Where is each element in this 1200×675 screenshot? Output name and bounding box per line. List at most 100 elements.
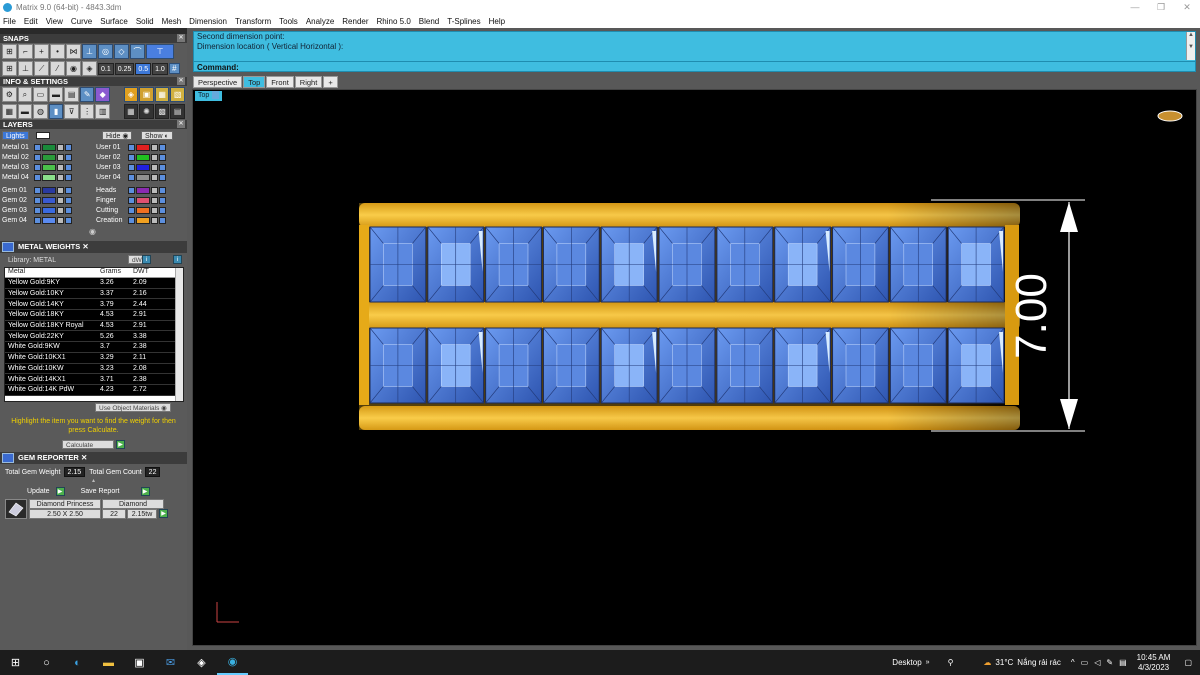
network-icon[interactable]: ▭ [1081,658,1089,667]
menu-surface[interactable]: Surface [100,17,128,26]
lock-icon[interactable] [128,207,135,214]
princess-gem[interactable] [889,327,947,404]
layer-color-swatch[interactable] [136,207,150,214]
snap-tan-icon[interactable]: ⌒ [130,44,145,59]
cylinder-icon[interactable]: ▬ [48,87,64,102]
layer-row-gem-01[interactable]: Gem 01 [0,186,73,195]
princess-gem[interactable] [889,226,947,303]
select-icon[interactable] [65,154,72,161]
analyze-icon[interactable]: ▩ [154,104,170,119]
select-icon[interactable] [65,207,72,214]
snap-value-1[interactable]: 0.1 [98,62,114,75]
viewport-label[interactable]: Top [195,91,223,101]
collapse-chevron-icon[interactable]: ▴ [0,478,187,485]
person-icon[interactable]: ⚲ [948,658,954,667]
group-icon[interactable]: ⋮ [79,104,95,119]
visibility-icon[interactable] [151,197,158,204]
ring-tool-icon[interactable]: ▣ [139,87,154,102]
snap-value-2[interactable]: 0.25 [114,62,135,75]
grid-toggle-icon[interactable]: # [168,63,180,74]
calculate-button[interactable]: Calculate [62,440,114,449]
select-icon[interactable] [159,164,166,171]
hide-all-button[interactable]: Hide ◉ [102,131,133,140]
layer-row-metal-03[interactable]: Metal 03 [0,163,73,172]
select-icon[interactable] [65,174,72,181]
file-explorer-icon[interactable]: ▬ [93,650,124,675]
lock-icon[interactable] [34,164,41,171]
layer-color-swatch[interactable] [42,164,56,171]
princess-gem[interactable] [947,327,1005,404]
visibility-icon[interactable] [151,154,158,161]
close-icon[interactable]: ✕ [177,77,185,85]
sphere-icon[interactable]: ◍ [33,104,48,119]
layer-color-swatch[interactable] [136,154,150,161]
lock-icon[interactable] [34,217,41,224]
lock-icon[interactable] [34,174,41,181]
rect-icon[interactable]: ▬ [17,104,33,119]
snap-value-4[interactable]: 1.0 [152,62,168,75]
layer-row-user-04[interactable]: User 04 [94,173,167,182]
princess-gem[interactable] [774,226,832,303]
lock-icon[interactable] [34,187,41,194]
visibility-icon[interactable] [57,174,64,181]
menu-solid[interactable]: Solid [136,17,154,26]
visibility-icon[interactable] [151,207,158,214]
layer-color-swatch[interactable] [136,144,150,151]
princess-gem[interactable] [485,327,542,404]
tab-front[interactable]: Front [266,76,294,88]
lock-icon[interactable] [34,197,41,204]
table-row[interactable]: Yellow Gold:22KY 5.26 3.38 [5,331,183,343]
select-icon[interactable] [159,197,166,204]
temperature[interactable]: 31°C [995,658,1013,667]
command-scrollbar[interactable]: ▲ ▼ [1186,32,1195,60]
snap-center-icon[interactable]: ◎ [98,44,113,59]
color-tool-icon[interactable]: ✺ [139,104,154,119]
table-row[interactable]: White Gold:10KX1 3.29 2.11 [5,352,183,364]
gem-go-icon[interactable]: ▶ [159,509,168,518]
menu-mesh[interactable]: Mesh [162,17,182,26]
add-view-tab[interactable]: + [323,76,338,88]
rhino-app-icon[interactable]: ◈ [186,650,217,675]
snap-value-3[interactable]: 0.5 [135,62,152,75]
chevron-up-icon[interactable]: ^ [1071,658,1075,667]
select-icon[interactable] [65,217,72,224]
lock-icon[interactable] [128,174,135,181]
select-icon[interactable] [159,144,166,151]
layer-row-user-02[interactable]: User 02 [94,153,167,162]
menu-analyze[interactable]: Analyze [306,17,334,26]
menu-curve[interactable]: Curve [71,17,92,26]
eye-icon[interactable]: ◉ [66,61,81,76]
snap-end-icon[interactable]: ⌐ [18,44,33,59]
princess-gem[interactable] [485,226,542,303]
restore-button[interactable]: ❐ [1148,0,1174,14]
use-object-materials-toggle[interactable]: Use Object Materials ◉ [95,403,171,412]
menu-tsplines[interactable]: T-Splines [447,17,480,26]
snap-near-icon[interactable]: ⋈ [66,44,81,59]
visibility-icon[interactable] [57,154,64,161]
layer-row-gem-04[interactable]: Gem 04 [0,216,73,225]
edit-icon[interactable]: ✎ [79,87,95,102]
princess-gem[interactable] [716,226,774,303]
command-input[interactable]: Command: [194,61,1195,72]
brush-icon[interactable]: ▤ [64,87,79,102]
chevron-right-icon[interactable]: » [926,659,930,666]
tab-perspective[interactable]: Perspective [193,76,243,88]
viewport-top[interactable]: 7.00 [192,89,1197,646]
show-all-button[interactable]: Show ◐ [141,131,173,140]
update-button[interactable]: Update [27,488,50,495]
snap-quad-icon[interactable]: ◇ [114,44,129,59]
close-icon[interactable]: ✕ [177,120,185,128]
princess-gem[interactable] [832,226,889,303]
snap-perp-icon[interactable]: ⊥ [82,44,97,59]
layer-row-user-01[interactable]: User 01 [94,143,167,152]
menu-render[interactable]: Render [342,17,368,26]
layer-row-heads[interactable]: Heads [94,186,167,195]
clock[interactable]: 10:45 AM 4/3/2023 [1137,653,1171,673]
menu-edit[interactable]: Edit [24,17,38,26]
layer-color-swatch[interactable] [42,197,56,204]
select-icon[interactable] [65,197,72,204]
princess-gem[interactable] [542,327,600,404]
search-icon[interactable]: ○ [31,650,62,675]
gem-tool-icon[interactable]: ◈ [123,87,139,102]
calculate-go-icon[interactable]: ▶ [116,440,125,449]
